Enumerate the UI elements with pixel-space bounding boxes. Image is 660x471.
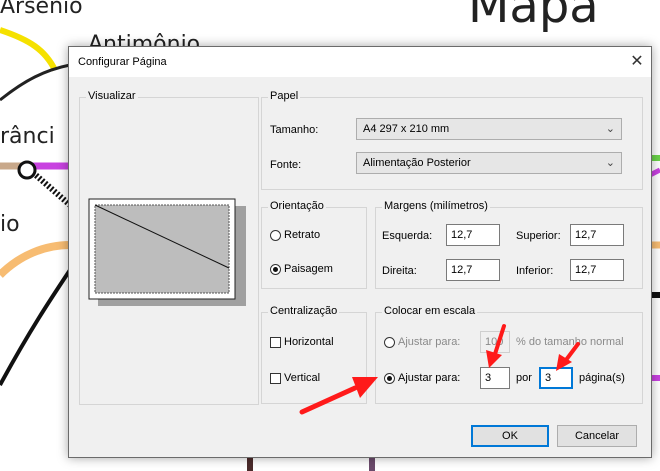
- paper-source-label: Fonte:: [270, 159, 302, 171]
- portrait-radio[interactable]: [270, 230, 281, 241]
- margins-group: Margens (milímetros) Esquerda: 12,7 Supe…: [375, 200, 643, 289]
- margin-bottom-label: Inferior:: [516, 265, 554, 277]
- centering-legend: Centralização: [268, 305, 340, 317]
- paper-size-value: A4 297 x 210 mm: [363, 123, 450, 135]
- pages-suffix: página(s): [579, 372, 625, 384]
- landscape-radio[interactable]: [270, 264, 281, 275]
- chevron-down-icon: ⌄: [605, 123, 615, 135]
- margin-right-label: Direita:: [382, 265, 417, 277]
- title-bar: Configurar Página ✕: [69, 47, 651, 77]
- preview-legend: Visualizar: [86, 90, 138, 102]
- margin-right-input[interactable]: 12,7: [446, 259, 500, 281]
- paper-size-select[interactable]: A4 297 x 210 mm ⌄: [356, 118, 622, 140]
- pages-wide-input[interactable]: 3: [480, 367, 510, 389]
- center-horizontal-checkbox[interactable]: [270, 337, 281, 348]
- margin-top-input[interactable]: 12,7: [570, 224, 624, 246]
- paper-group: Papel Tamanho: A4 297 x 210 mm ⌄ Fonte: …: [261, 90, 643, 190]
- center-vertical-label: Vertical: [284, 372, 321, 384]
- station-label-io: io: [0, 212, 20, 237]
- chevron-down-icon: ⌄: [605, 157, 615, 169]
- margin-left-label: Esquerda:: [382, 230, 433, 242]
- centering-group: Centralização Horizontal Vertical: [261, 305, 367, 404]
- landscape-label: Paisagem: [284, 263, 333, 275]
- scale-percent-input[interactable]: 100: [480, 331, 510, 353]
- orientation-legend: Orientação: [268, 200, 326, 212]
- paper-legend: Papel: [268, 90, 301, 102]
- orientation-group: Orientação Retrato Paisagem: [261, 200, 367, 289]
- margin-bottom-input[interactable]: 12,7: [570, 259, 624, 281]
- fit-pages-radio[interactable]: [384, 373, 395, 384]
- scaling-group: Colocar em escala Ajustar para: 100 % do…: [375, 305, 643, 404]
- margins-legend: Margens (milímetros): [382, 200, 490, 212]
- by-label: por: [516, 372, 532, 384]
- page-setup-dialog: Configurar Página ✕ Visualizar Papel Tam…: [68, 46, 652, 458]
- center-vertical-checkbox[interactable]: [270, 373, 281, 384]
- scale-percent-label: Ajustar para:: [398, 336, 461, 348]
- center-horizontal-label: Horizontal: [284, 336, 334, 348]
- margin-left-input[interactable]: 12,7: [446, 224, 500, 246]
- paper-source-value: Alimentação Posterior: [363, 157, 471, 169]
- fit-pages-label: Ajustar para:: [398, 372, 461, 384]
- preview-group: Visualizar: [79, 90, 259, 405]
- ok-button[interactable]: OK: [471, 425, 549, 447]
- pages-tall-input[interactable]: 3: [539, 367, 573, 389]
- page-preview: [88, 198, 246, 306]
- cancel-button[interactable]: Cancelar: [557, 425, 637, 447]
- paper-size-label: Tamanho:: [270, 124, 319, 136]
- margin-top-label: Superior:: [516, 230, 561, 242]
- scaling-legend: Colocar em escala: [382, 305, 478, 317]
- station-label-arsenio: Arsênio: [0, 0, 83, 19]
- portrait-label: Retrato: [284, 229, 321, 241]
- scale-percent-suffix: % do tamanho normal: [516, 336, 624, 348]
- close-button[interactable]: ✕: [623, 47, 651, 77]
- scale-percent-radio[interactable]: [384, 337, 395, 348]
- dialog-title: Configurar Página: [78, 56, 167, 68]
- paper-source-select[interactable]: Alimentação Posterior ⌄: [356, 152, 622, 174]
- map-title: Mapa: [468, 0, 599, 34]
- station-label-francio: rânci: [0, 124, 55, 149]
